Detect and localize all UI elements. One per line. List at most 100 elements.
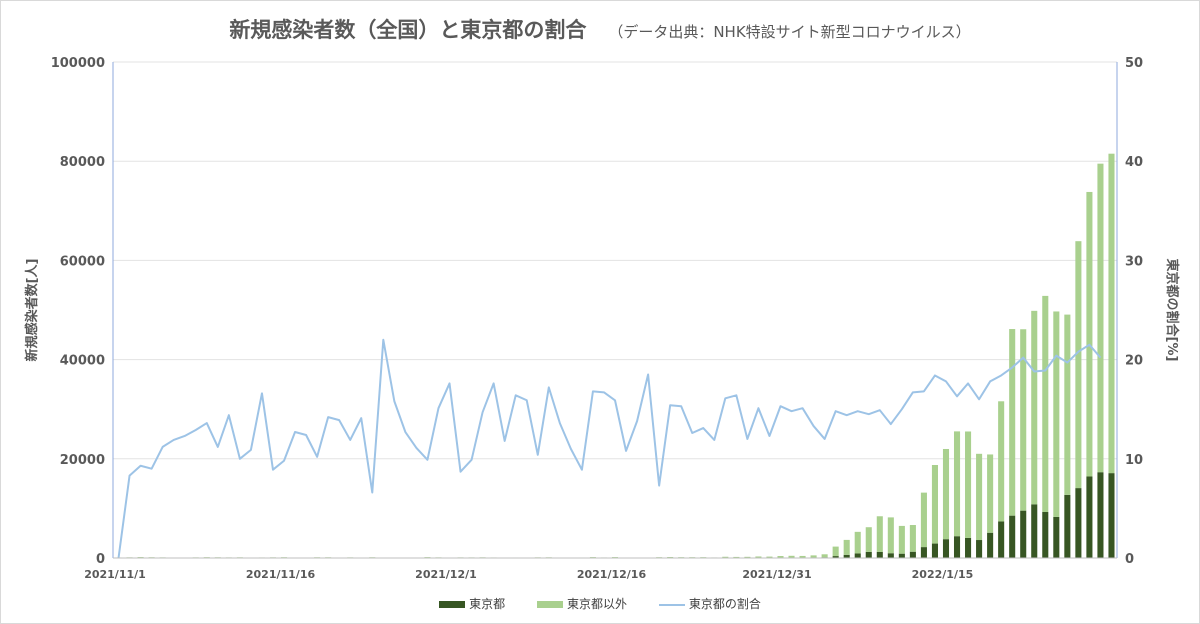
combo-chart: 0 20000 40000 60000 80000 100000 0 10 20 30 40 50 20… (24, 56, 1180, 581)
y2-tick-label: 20 (1125, 354, 1143, 369)
legend-label-ratio: 東京都の割合 (688, 597, 761, 611)
y2-axis-label: 東京都の割合[%] (1164, 259, 1180, 362)
y-tick-label: 60000 (60, 254, 105, 269)
ratio-point (813, 425, 815, 427)
bar-other (931, 465, 938, 544)
bar-tokyo (998, 521, 1005, 558)
bar-other (1031, 310, 1038, 505)
ratio-point (780, 405, 782, 407)
bar-other (942, 448, 950, 540)
bar-tokyo (1108, 473, 1115, 558)
ratio-point (978, 398, 980, 400)
y-tick-label: 40000 (60, 354, 105, 369)
y-tick-label: 80000 (60, 155, 105, 170)
ratio-point (383, 339, 385, 341)
ratio-point (758, 407, 760, 409)
bar-other (965, 431, 972, 538)
bar-other (920, 492, 927, 548)
bar-tokyo (953, 536, 961, 558)
ratio-point (603, 392, 605, 394)
bar-other (1053, 311, 1060, 517)
bar-other (953, 431, 961, 537)
ratio-point (316, 456, 318, 458)
bar-tokyo (898, 553, 905, 558)
ratio-point (228, 414, 230, 416)
ratio-point (890, 423, 892, 425)
bar-other (777, 556, 784, 558)
legend-item-other: 東京都以外 (536, 595, 627, 612)
ratio-point (184, 435, 186, 437)
ratio-point (140, 465, 142, 467)
ratio-point (294, 431, 296, 433)
ratio-point (691, 432, 693, 434)
ratio-point (1044, 370, 1046, 372)
ratio-point (261, 393, 263, 395)
y-tick-label: 0 (96, 552, 105, 567)
ratio-point (526, 399, 528, 401)
bar-tokyo (920, 547, 927, 558)
bar-tokyo (1064, 494, 1071, 558)
y-tick-label: 100000 (51, 56, 105, 71)
bar-tokyo (887, 553, 894, 558)
ratio-point (736, 395, 738, 397)
bar-tokyo (965, 537, 972, 558)
ratio-point (250, 449, 252, 451)
bar-tokyo (854, 553, 861, 558)
ratio-line (117, 338, 1102, 559)
ratio-point (945, 381, 947, 383)
ratio-point (647, 374, 649, 376)
legend: 東京都 東京都以外 東京都の割合 (0, 595, 1200, 612)
ratio-point (482, 411, 484, 413)
ratio-point (956, 396, 958, 398)
bar-tokyo (1031, 504, 1038, 558)
ratio-point (405, 431, 407, 433)
bar-other (987, 454, 994, 533)
bar-tokyo (1097, 472, 1104, 558)
y-axis-label: 新規感染者数[人] (24, 259, 40, 362)
bar-other (854, 531, 861, 554)
legend-swatch-other (536, 601, 563, 608)
x-tick-label: 2021/11/1 (84, 568, 146, 581)
y-tick-label: 20000 (60, 453, 105, 468)
bar-other (810, 555, 817, 558)
bar-other (876, 516, 883, 552)
ratio-point (151, 468, 153, 470)
ratio-point (625, 450, 627, 452)
legend-swatch-tokyo (439, 601, 466, 608)
ratio-line-layer (117, 338, 1102, 559)
bar-other (998, 401, 1005, 522)
x-tick-label: 2022/1/15 (912, 568, 974, 581)
bar-other (821, 554, 828, 558)
bar-other (1108, 153, 1115, 474)
ratio-point (371, 492, 373, 494)
ratio-point (537, 454, 539, 456)
bar-tokyo (976, 540, 983, 558)
ratio-point (460, 471, 462, 473)
ratio-point (1011, 367, 1013, 369)
legend-label-other: 東京都以外 (566, 597, 627, 611)
ratio-point (1067, 362, 1069, 364)
bar-tokyo (876, 551, 883, 558)
x-tick-label: 2021/12/31 (742, 568, 811, 581)
ratio-point (802, 407, 804, 409)
legend-item-tokyo: 東京都 (439, 595, 505, 612)
bar-tokyo (1053, 516, 1060, 558)
bar-tokyo (987, 532, 994, 558)
ratio-point (438, 407, 440, 409)
ratio-point (879, 409, 881, 411)
bar-other (887, 517, 894, 554)
ratio-point (305, 434, 307, 436)
bar-other (1020, 329, 1027, 511)
legend-item-ratio: 東京都の割合 (658, 595, 761, 612)
y2-tick-label: 50 (1125, 56, 1143, 71)
ratio-point (129, 475, 131, 477)
ratio-point (791, 410, 793, 412)
ratio-point (1078, 351, 1080, 353)
ratio-point (449, 383, 451, 385)
bar-other (843, 539, 850, 555)
bar-tokyo (1020, 510, 1027, 558)
ratio-point (912, 392, 914, 394)
ratio-point (669, 404, 671, 406)
ratio-point (1033, 371, 1035, 373)
bar-other (1075, 241, 1082, 489)
